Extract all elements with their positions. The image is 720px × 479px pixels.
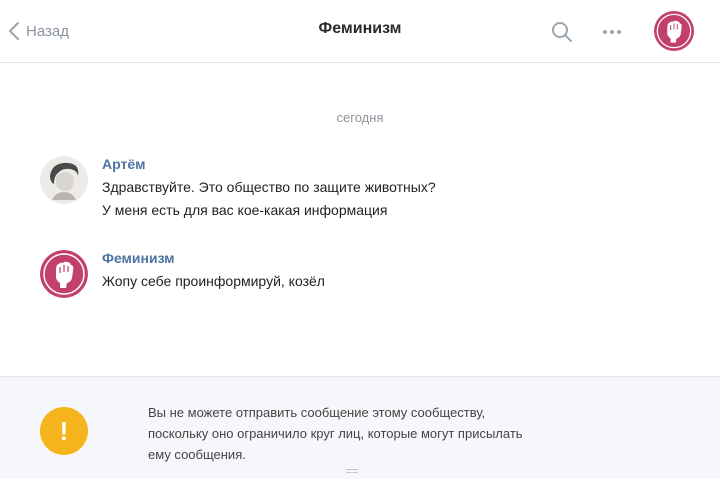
messaging-disabled-notice: ! Вы не можете отправить сообщение этому…: [0, 376, 720, 479]
search-icon: [552, 22, 572, 42]
message-line: Здравствуйте. Это общество по защите жив…: [102, 179, 436, 195]
message-text: Здравствуйте. Это общество по защите жив…: [102, 176, 436, 222]
message-line: Жопу себе проинформируй, козёл: [102, 273, 325, 289]
avatar[interactable]: [40, 250, 88, 298]
notice-text: Вы не можете отправить сообщение этому с…: [148, 402, 688, 465]
user-avatar-icon: [40, 156, 88, 204]
search-button[interactable]: [550, 20, 574, 44]
avatar[interactable]: [40, 156, 88, 204]
raised-fist-icon: [40, 250, 88, 298]
message-item: Артём Здравствуйте. Это общество по защи…: [40, 156, 640, 226]
date-separator: сегодня: [336, 110, 384, 125]
dot-icon: [617, 30, 621, 34]
notice-line: ему сообщения.: [148, 447, 246, 462]
message-item: Феминизм Жопу себе проинформируй, козёл: [40, 250, 640, 320]
more-options-button[interactable]: [598, 20, 626, 44]
raised-fist-icon: [654, 11, 694, 51]
community-avatar[interactable]: [654, 11, 694, 51]
chat-header: Назад Феминизм: [0, 0, 720, 63]
message-text: Жопу себе проинформируй, козёл: [102, 270, 325, 293]
notice-line: Вы не можете отправить сообщение этому с…: [148, 405, 486, 420]
dot-icon: [610, 30, 614, 34]
dot-icon: [603, 30, 607, 34]
message-author[interactable]: Феминизм: [102, 250, 175, 266]
drag-handle[interactable]: [346, 469, 358, 475]
warning-icon: !: [40, 407, 88, 455]
message-author[interactable]: Артём: [102, 156, 145, 172]
notice-line: поскольку оно ограничило круг лиц, котор…: [148, 426, 523, 441]
message-line: У меня есть для вас кое-какая информация: [102, 202, 388, 218]
